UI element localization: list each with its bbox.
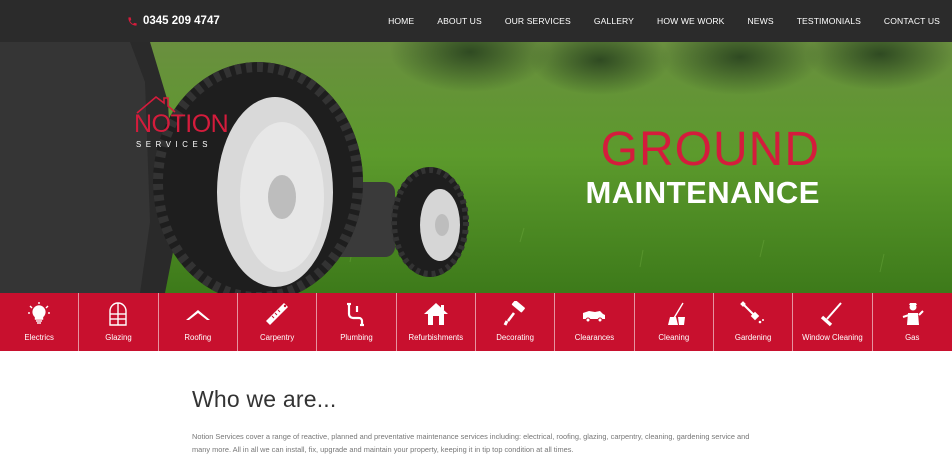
hero-title-line2: MAINTENANCE <box>585 175 820 210</box>
service-label: Electrics <box>24 333 54 342</box>
saw-icon <box>263 300 291 328</box>
lightbulb-icon <box>25 300 53 328</box>
service-label: Plumbing <box>340 333 373 342</box>
service-label: Glazing <box>105 333 132 342</box>
nav-our-services[interactable]: OUR SERVICES <box>505 16 571 26</box>
service-window-cleaning[interactable]: Window Cleaning <box>793 293 873 351</box>
nav-contact-us[interactable]: CONTACT US <box>884 16 940 26</box>
service-gas[interactable]: Gas <box>873 293 952 351</box>
window-icon <box>104 300 132 328</box>
logo-subtext: SERVICES <box>136 140 213 149</box>
service-plumbing[interactable]: Plumbing <box>317 293 397 351</box>
gas-engineer-icon <box>898 300 926 328</box>
service-cleaning[interactable]: Cleaning <box>635 293 714 351</box>
main-nav: HOME ABOUT US OUR SERVICES GALLERY HOW W… <box>365 0 940 42</box>
intro-paragraph: Notion Services cover a range of reactiv… <box>192 432 750 454</box>
phone-icon <box>128 16 137 26</box>
service-label: Decorating <box>496 333 534 342</box>
service-label: Gardening <box>734 333 772 342</box>
service-roofing[interactable]: Roofing <box>159 293 238 351</box>
service-label: Clearances <box>574 333 615 342</box>
nav-testimonials[interactable]: TESTIMONIALS <box>797 16 861 26</box>
nav-about-us[interactable]: ABOUT US <box>437 16 482 26</box>
service-glazing[interactable]: Glazing <box>79 293 159 351</box>
house-icon <box>422 300 450 328</box>
truck-icon <box>580 300 608 328</box>
nav-home[interactable]: HOME <box>388 16 414 26</box>
roof-icon <box>184 300 212 328</box>
service-electrics[interactable]: Electrics <box>0 293 80 351</box>
mop-bucket-icon <box>660 300 688 328</box>
service-label: Gas <box>905 333 920 342</box>
paint-roller-icon <box>501 300 529 328</box>
service-carpentry[interactable]: Carpentry <box>238 293 318 351</box>
nav-how-we-work[interactable]: HOW WE WORK <box>657 16 724 26</box>
pipe-icon <box>342 300 370 328</box>
section-heading: Who we are... <box>192 386 337 412</box>
spade-icon <box>739 300 767 328</box>
service-label: Carpentry <box>260 333 295 342</box>
service-label: Cleaning <box>658 333 690 342</box>
hero-title-line1: GROUND <box>600 123 820 176</box>
service-decorating[interactable]: Decorating <box>476 293 556 351</box>
service-label: Roofing <box>184 333 212 342</box>
service-clearances[interactable]: Clearances <box>555 293 635 351</box>
nav-gallery[interactable]: GALLERY <box>594 16 634 26</box>
hero-banner: NOTION SERVICES GROUND MAINTENANCE <box>0 42 952 293</box>
service-gardening[interactable]: Gardening <box>714 293 794 351</box>
service-label: Window Cleaning <box>802 333 863 342</box>
phone-number[interactable]: 0345 209 4747 <box>127 13 220 29</box>
logo-word: NOTION <box>134 110 229 138</box>
nav-news[interactable]: NEWS <box>748 16 774 26</box>
services-bar: Electrics Glazing Roofing Carpentry Plum… <box>0 293 952 351</box>
phone-text: 0345 209 4747 <box>143 15 220 27</box>
service-refurbishments[interactable]: Refurbishments <box>397 293 476 351</box>
hero-title: GROUND MAINTENANCE <box>585 126 820 211</box>
service-label: Refurbishments <box>408 333 464 342</box>
top-bar: 0345 209 4747 HOME ABOUT US OUR SERVICES… <box>0 0 952 42</box>
squeegee-icon <box>818 300 846 328</box>
